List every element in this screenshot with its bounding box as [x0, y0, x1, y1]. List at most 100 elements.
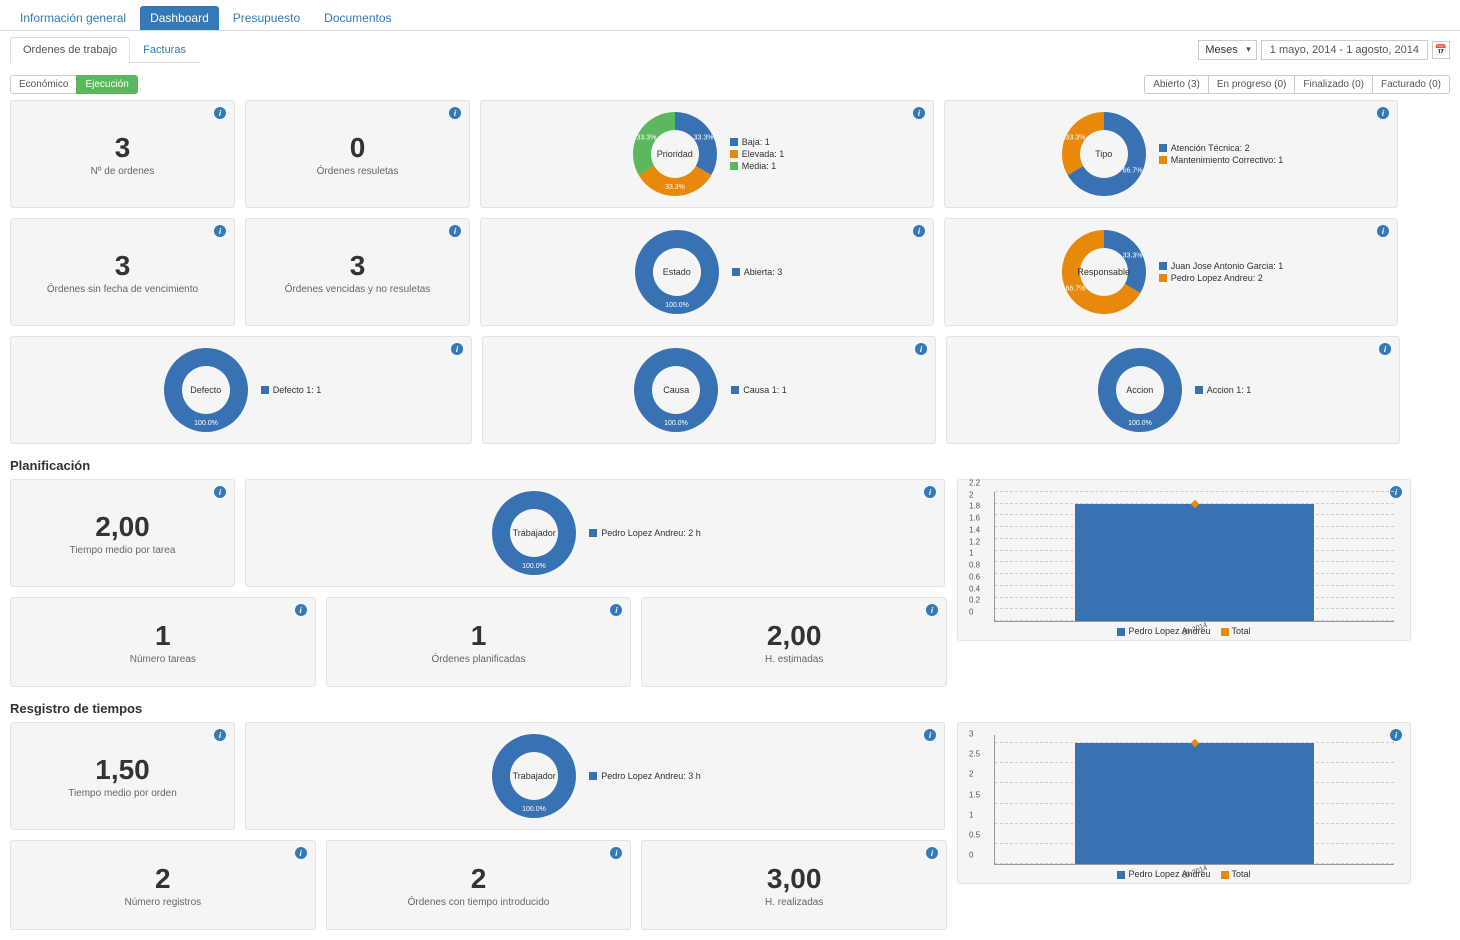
info-icon[interactable]: i	[449, 225, 461, 237]
bar-plot-area: 00.511.522.5305-2014	[994, 735, 1394, 865]
kpi-value: 0	[250, 132, 465, 164]
legend-swatch	[261, 386, 269, 394]
info-icon[interactable]: i	[924, 486, 936, 498]
kpi-label: Número tareas	[15, 654, 311, 665]
legend-item: Pedro Lopez Andreu: 2	[1159, 273, 1284, 283]
svg-text:33.3%: 33.3%	[636, 135, 656, 142]
tab-documentos[interactable]: Documentos	[314, 6, 401, 30]
calendar-icon[interactable]: 📅	[1432, 41, 1450, 59]
kpi-ordenes-tiempo: i 2 Órdenes con tiempo introducido	[326, 840, 632, 930]
info-icon[interactable]: i	[451, 343, 463, 355]
info-icon[interactable]: i	[449, 107, 461, 119]
tab-dashboard[interactable]: Dashboard	[140, 6, 219, 30]
legend-label: Juan Jose Antonio Garcia: 1	[1171, 261, 1284, 271]
tab-presupuesto[interactable]: Presupuesto	[223, 6, 310, 30]
legend-item: Atención Técnica: 2	[1159, 143, 1284, 153]
section-planificacion-title: Planificación	[10, 458, 1450, 473]
kpi-vencidas: i 3 Órdenes vencidas y no resuletas	[245, 218, 470, 326]
donut-title: Prioridad	[657, 149, 693, 159]
info-icon[interactable]: i	[610, 604, 622, 616]
legend-item: Juan Jose Antonio Garcia: 1	[1159, 261, 1284, 271]
svg-text:66.7%: 66.7%	[1065, 286, 1085, 293]
section-registro-title: Resgistro de tiempos	[10, 701, 1450, 716]
pill-finalizado[interactable]: Finalizado (0)	[1294, 75, 1373, 94]
info-icon[interactable]: i	[913, 225, 925, 237]
kpi-num-registros: i 2 Número registros	[10, 840, 316, 930]
kpi-value: 3	[250, 250, 465, 282]
kpi-num-tareas: i 1 Número tareas	[10, 597, 316, 687]
y-tick-label: 1.5	[969, 790, 980, 799]
info-icon[interactable]: i	[214, 107, 226, 119]
donut-title: Accion	[1126, 385, 1153, 395]
kpi-value: 3	[15, 250, 230, 282]
pill-facturado[interactable]: Facturado (0)	[1372, 75, 1450, 94]
bar-plot-area: 00.20.40.60.811.21.41.61.822.205-2014	[994, 492, 1394, 622]
date-range-input[interactable]: 1 mayo, 2014 - 1 agosto, 2014	[1261, 40, 1428, 60]
y-tick-label: 0.4	[969, 584, 980, 593]
tab-info-general[interactable]: Información general	[10, 6, 136, 30]
donut-title: Responsable	[1077, 267, 1130, 277]
period-select[interactable]: Meses	[1198, 40, 1256, 60]
info-icon[interactable]: i	[295, 847, 307, 859]
donut-defecto: i 100.0%DefectoDefecto 1: 1	[10, 336, 472, 444]
kpi-label: Órdenes con tiempo introducido	[331, 897, 627, 908]
donut-chart: 100.0%Trabajador	[489, 488, 579, 578]
info-icon[interactable]: i	[295, 604, 307, 616]
legend-item: Defecto 1: 1	[261, 385, 322, 395]
info-icon[interactable]: i	[1377, 225, 1389, 237]
info-icon[interactable]: i	[1379, 343, 1391, 355]
svg-text:100.0%: 100.0%	[665, 302, 689, 309]
pill-ejecucion[interactable]: Ejecución	[76, 75, 137, 94]
legend-swatch	[1159, 274, 1167, 282]
status-pills: Abierto (3) En progreso (0) Finalizado (…	[1144, 75, 1450, 94]
info-icon[interactable]: i	[924, 729, 936, 741]
kpi-resueltas: i 0 Órdenes resuletas	[245, 100, 470, 208]
info-icon[interactable]: i	[915, 343, 927, 355]
bar	[1075, 504, 1314, 621]
pill-abierto[interactable]: Abierto (3)	[1144, 75, 1209, 94]
info-icon[interactable]: i	[610, 847, 622, 859]
info-icon[interactable]: i	[1377, 107, 1389, 119]
legend-item: Total	[1221, 869, 1251, 879]
info-icon[interactable]: i	[214, 729, 226, 741]
donut-chart: 33.3%66.7%Responsable	[1059, 227, 1149, 317]
pill-economico[interactable]: Económico	[10, 75, 77, 94]
y-tick-label: 1.8	[969, 502, 980, 511]
info-icon[interactable]: i	[926, 847, 938, 859]
kpi-ordenes: i 3 Nº de ordenes	[10, 100, 235, 208]
legend-label: Pedro Lopez Andreu: 3 h	[601, 771, 701, 781]
info-icon[interactable]: i	[214, 486, 226, 498]
info-icon[interactable]: i	[926, 604, 938, 616]
y-tick-label: 3	[969, 730, 973, 739]
info-icon[interactable]: i	[214, 225, 226, 237]
svg-text:66.7%: 66.7%	[1122, 168, 1142, 175]
donut-title: Causa	[663, 385, 689, 395]
legend-label: Accion 1: 1	[1207, 385, 1252, 395]
info-icon[interactable]: i	[913, 107, 925, 119]
kpi-value: 2,00	[646, 620, 942, 652]
legend-label: Atención Técnica: 2	[1171, 143, 1250, 153]
subtab-facturas[interactable]: Facturas	[130, 37, 199, 62]
legend-label: Media: 1	[742, 161, 777, 171]
donut-legend: Causa 1: 1	[731, 385, 787, 395]
bar-chart-reg: i 00.511.522.5305-2014Pedro Lopez Andreu…	[957, 722, 1411, 884]
content: i 3 Nº de ordenes i 0 Órdenes resuletas …	[0, 100, 1460, 940]
donut-legend: Atención Técnica: 2Mantenimiento Correct…	[1159, 143, 1284, 165]
donut-title: Trabajador	[513, 771, 556, 781]
donut-legend: Abierta: 3	[732, 267, 783, 277]
pill-progreso[interactable]: En progreso (0)	[1208, 75, 1295, 94]
legend-swatch	[1117, 871, 1125, 879]
grid-line	[995, 491, 1394, 492]
donut-legend: Accion 1: 1	[1195, 385, 1252, 395]
svg-text:33.3%: 33.3%	[665, 184, 685, 191]
svg-text:100.0%: 100.0%	[1128, 420, 1152, 427]
kpi-value: 2	[15, 863, 311, 895]
subtab-ordenes[interactable]: Ordenes de trabajo	[10, 37, 130, 63]
kpi-label: Órdenes resuletas	[250, 166, 465, 177]
y-tick-label: 1	[969, 549, 973, 558]
legend-item: Baja: 1	[730, 137, 785, 147]
donut-legend: Pedro Lopez Andreu: 3 h	[589, 771, 701, 781]
sub-tabs: Ordenes de trabajo Facturas	[10, 37, 199, 63]
kpi-horas-estimadas: i 2,00 H. estimadas	[641, 597, 947, 687]
y-tick-label: 0.6	[969, 572, 980, 581]
